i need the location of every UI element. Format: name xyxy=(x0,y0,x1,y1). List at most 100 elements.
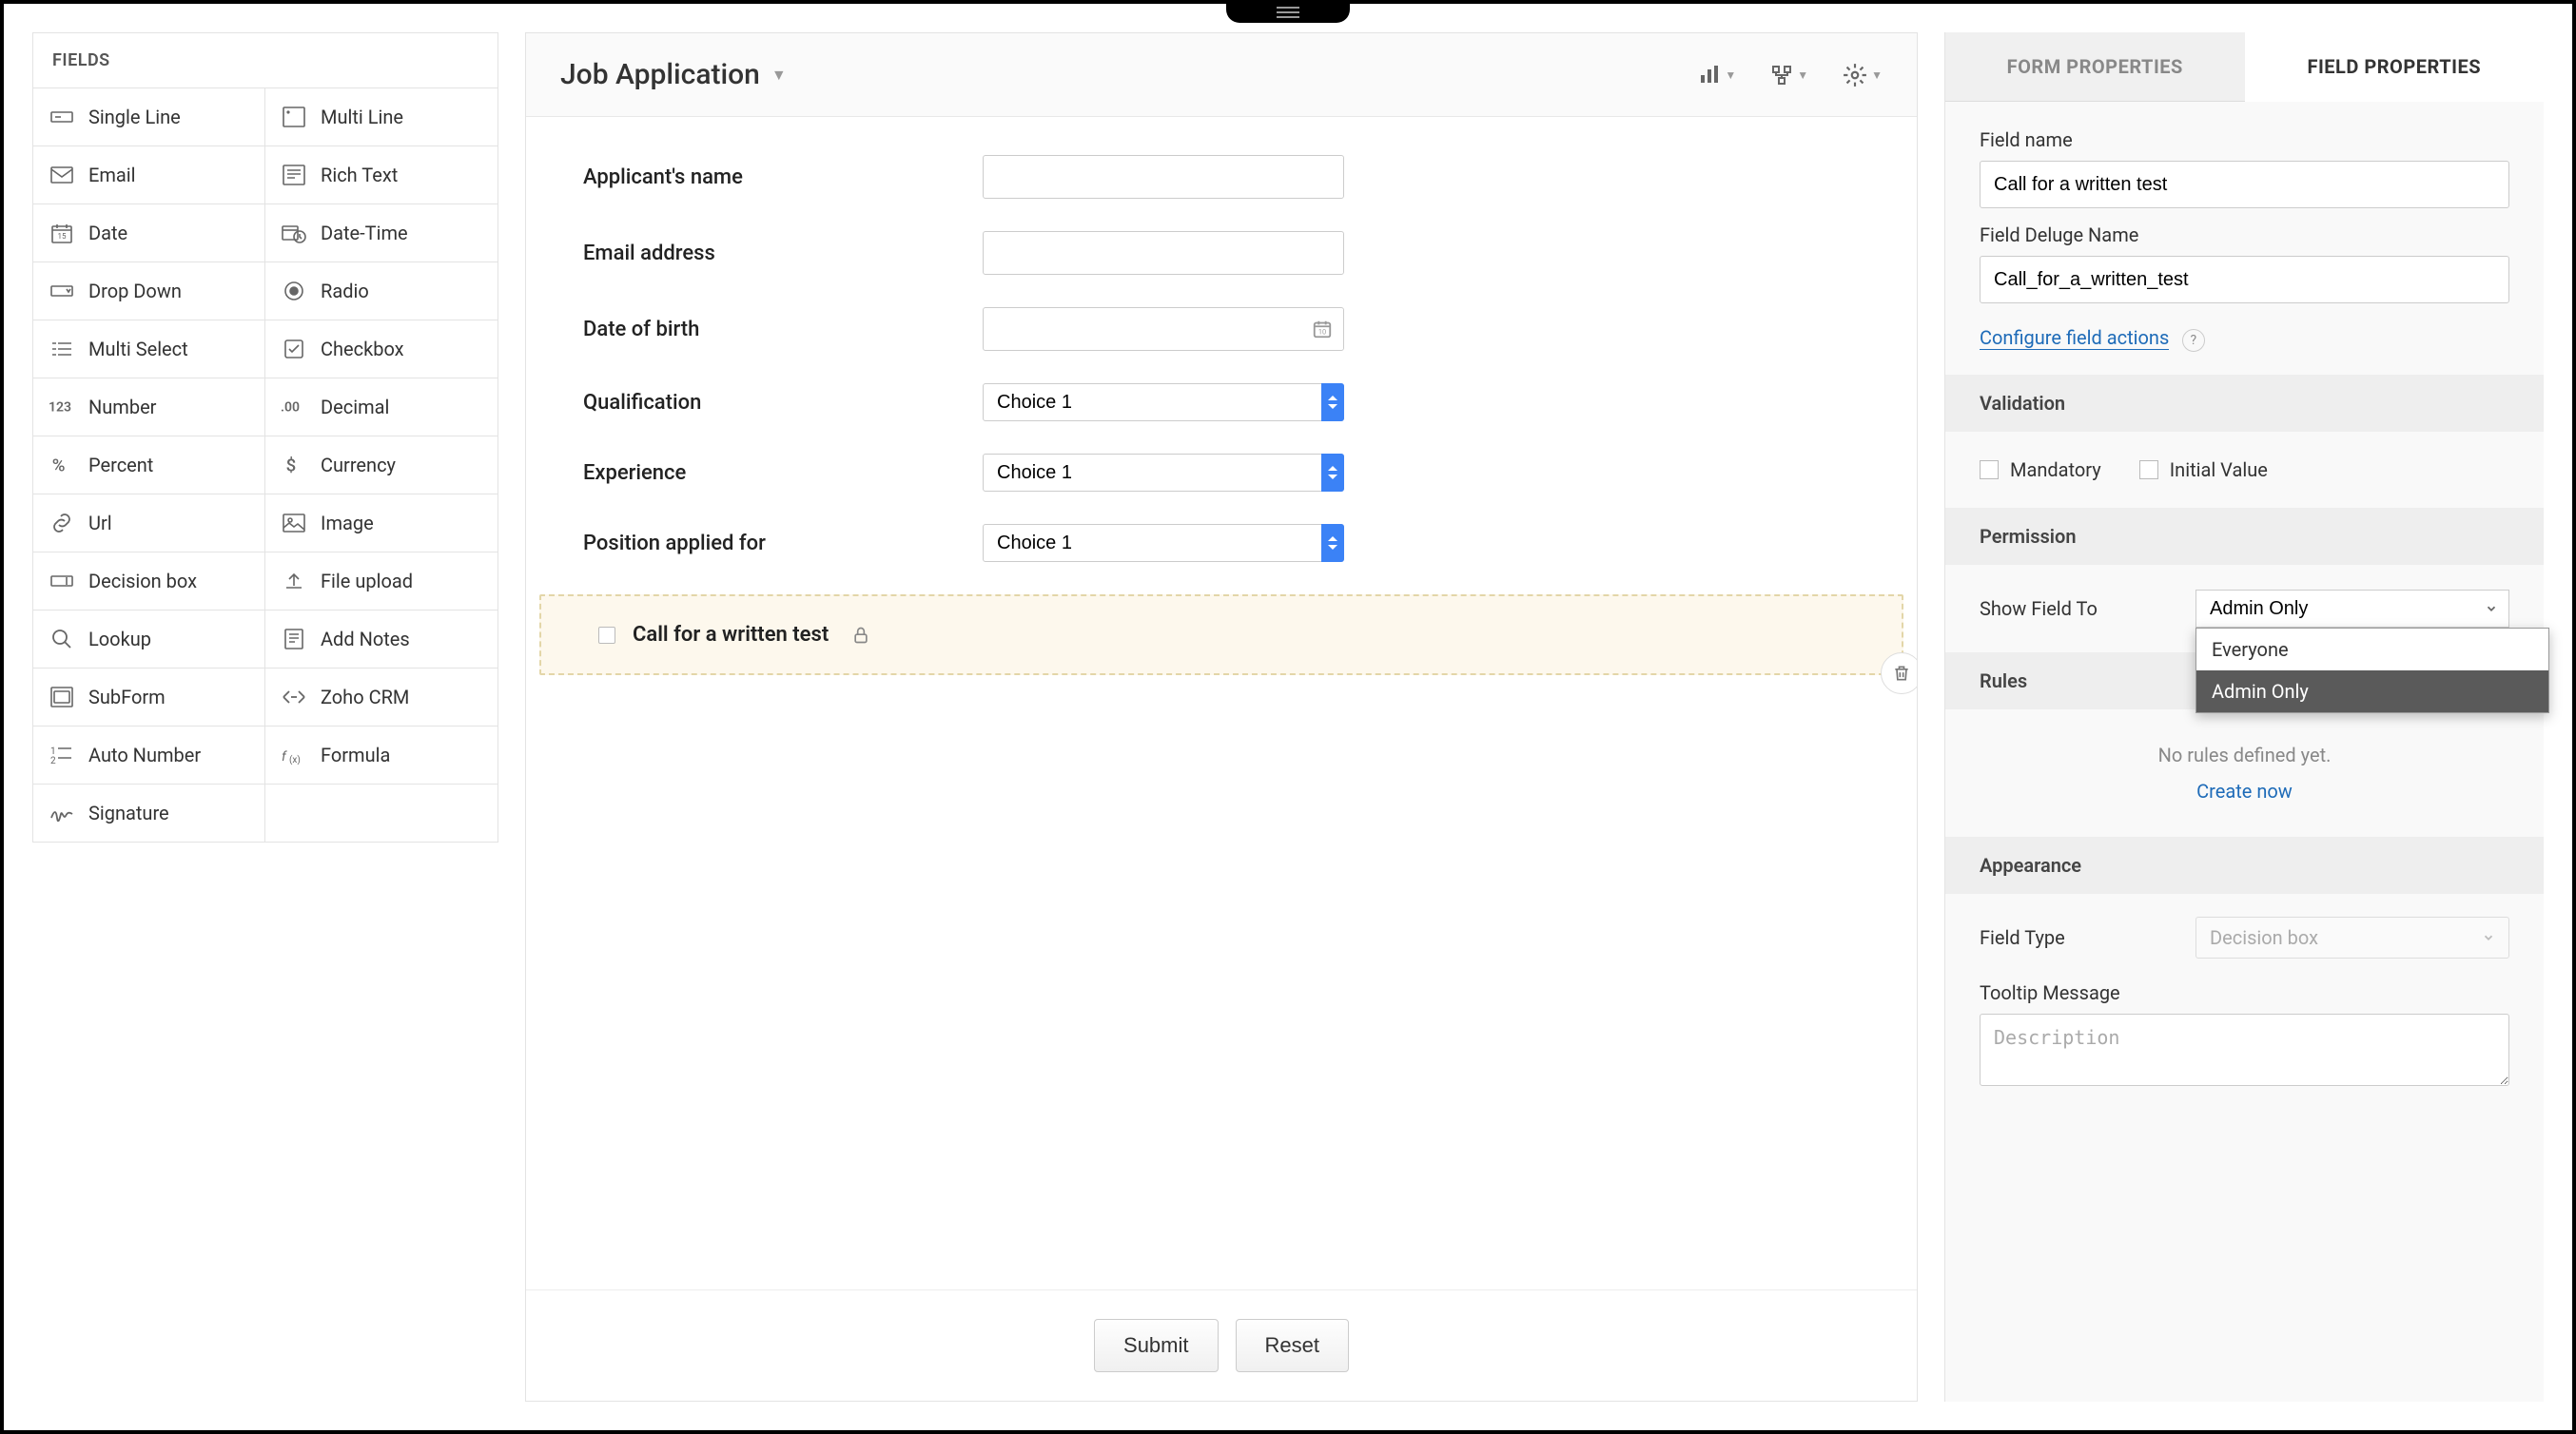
svg-text:$: $ xyxy=(286,455,297,475)
field-type-label: Auto Number xyxy=(88,744,201,766)
help-icon[interactable]: ? xyxy=(2182,329,2205,352)
calendar-icon[interactable]: 10 xyxy=(1312,319,1333,339)
reports-icon-button[interactable]: ▼ xyxy=(1698,63,1736,87)
caret-down-icon: ▼ xyxy=(1725,68,1736,82)
field-type-file-upload[interactable]: File upload xyxy=(265,552,498,610)
field-type-label: Rich Text xyxy=(321,164,398,186)
field-label-qualification: Qualification xyxy=(583,391,983,415)
section-appearance: Appearance xyxy=(1945,837,2544,894)
field-type-radio[interactable]: Radio xyxy=(265,262,498,320)
selected-field-row[interactable]: Call for a written test xyxy=(539,594,1903,675)
top-notch xyxy=(1226,2,1350,23)
field-type-decision[interactable]: Decision box xyxy=(33,552,265,610)
form-header: Job Application ▼ ▼ ▼ ▼ xyxy=(526,33,1917,117)
field-type-decimal[interactable]: .00 Decimal xyxy=(265,378,498,436)
field-type-rich-text[interactable]: Rich Text xyxy=(265,146,498,204)
dropdown-option-everyone[interactable]: Everyone xyxy=(2196,629,2548,670)
tab-form-properties[interactable]: FORM PROPERTIES xyxy=(1945,32,2245,102)
field-type-currency[interactable]: $Currency xyxy=(265,436,498,494)
initial-value-label: Initial Value xyxy=(2170,458,2268,481)
field-type-label: Decimal xyxy=(321,396,389,418)
mandatory-checkbox[interactable] xyxy=(1980,460,1999,479)
submit-button[interactable]: Submit xyxy=(1094,1319,1218,1372)
properties-panel: FORM PROPERTIES FIELD PROPERTIES Field n… xyxy=(1944,32,2544,1402)
dropdown-option-admin-only[interactable]: Admin Only xyxy=(2196,670,2548,712)
email-input[interactable] xyxy=(983,231,1344,275)
create-rule-link[interactable]: Create now xyxy=(1980,780,2509,803)
field-type-label: Multi Line xyxy=(321,106,403,128)
field-type-label: Radio xyxy=(321,280,369,302)
field-type-label: Url xyxy=(88,512,112,534)
form-canvas: Job Application ▼ ▼ ▼ ▼ xyxy=(525,32,1918,1402)
rich-text-icon xyxy=(281,165,307,185)
svg-text:10: 10 xyxy=(1318,328,1326,337)
subform-icon xyxy=(49,687,75,707)
caret-down-icon: ▼ xyxy=(1797,68,1808,82)
field-type-notes[interactable]: Add Notes xyxy=(265,610,498,669)
select-arrow-icon xyxy=(1321,524,1344,562)
settings-icon-button[interactable]: ▼ xyxy=(1843,63,1883,87)
form-title[interactable]: Job Application ▼ xyxy=(560,58,787,91)
configure-field-actions-link[interactable]: Configure field actions xyxy=(1980,326,2169,350)
field-type-url[interactable]: Url xyxy=(33,494,265,552)
field-label-experience: Experience xyxy=(583,461,983,485)
field-type-percent[interactable]: % Percent xyxy=(33,436,265,494)
select-arrow-icon xyxy=(1321,454,1344,492)
field-type-lookup[interactable]: Lookup xyxy=(33,610,265,669)
delete-field-button[interactable] xyxy=(1881,652,1917,694)
number-icon: 123 xyxy=(49,397,75,417)
radio-icon xyxy=(281,281,307,301)
field-type-subform[interactable]: SubForm xyxy=(33,669,265,727)
decision-icon xyxy=(49,571,75,591)
section-validation: Validation xyxy=(1945,375,2544,432)
field-type-signature[interactable]: Signature xyxy=(33,785,265,842)
qualification-select[interactable] xyxy=(983,383,1344,421)
field-type-multi-select[interactable]: Multi Select xyxy=(33,320,265,378)
file-upload-icon xyxy=(281,571,307,591)
mandatory-label: Mandatory xyxy=(2010,458,2101,481)
field-type-single-line[interactable]: Single Line xyxy=(33,88,265,146)
field-type-label: Add Notes xyxy=(321,628,410,650)
position-select[interactable] xyxy=(983,524,1344,562)
workflow-icon-button[interactable]: ▼ xyxy=(1770,63,1808,87)
field-type-checkbox[interactable]: Checkbox xyxy=(265,320,498,378)
field-type-formula[interactable]: f(x)Formula xyxy=(265,727,498,785)
field-type-value: Decision box xyxy=(2210,926,2318,949)
show-field-to-select[interactable] xyxy=(2195,590,2509,628)
initial-value-checkbox[interactable] xyxy=(2139,460,2158,479)
svg-text:.00: .00 xyxy=(281,400,300,416)
caret-down-icon: ▼ xyxy=(1871,68,1883,82)
field-type-crm[interactable]: Zoho CRM xyxy=(265,669,498,727)
checkbox-icon xyxy=(281,339,307,359)
field-type-date[interactable]: 15Date xyxy=(33,204,265,262)
field-type-number[interactable]: 123Number xyxy=(33,378,265,436)
lock-icon xyxy=(851,626,870,645)
tab-field-properties[interactable]: FIELD PROPERTIES xyxy=(2245,32,2545,102)
field-type-auto-number[interactable]: 12Auto Number xyxy=(33,727,265,785)
applicant-name-input[interactable] xyxy=(983,155,1344,199)
select-arrow-icon xyxy=(1321,383,1344,421)
field-type-label: Email xyxy=(88,164,136,186)
field-type-label: Percent xyxy=(88,454,153,476)
field-type-label: Signature xyxy=(88,802,169,824)
field-type-date-time[interactable]: Date-Time xyxy=(265,204,498,262)
field-label-applicant-name: Applicant's name xyxy=(583,165,983,189)
experience-select[interactable] xyxy=(983,454,1344,492)
field-type-mail[interactable]: Email xyxy=(33,146,265,204)
field-name-input[interactable] xyxy=(1980,161,2509,208)
notes-icon xyxy=(281,629,307,649)
field-type-image[interactable]: Image xyxy=(265,494,498,552)
field-type-label: Single Line xyxy=(88,106,181,128)
svg-text:123: 123 xyxy=(49,400,71,416)
crm-icon xyxy=(281,687,307,707)
field-type-label: Zoho CRM xyxy=(321,686,409,708)
field-type-label: Date-Time xyxy=(321,222,408,244)
field-deluge-name-input[interactable] xyxy=(1980,256,2509,303)
reset-button[interactable]: Reset xyxy=(1236,1319,1349,1372)
percent-icon: % xyxy=(49,455,75,475)
dob-input[interactable] xyxy=(983,307,1344,351)
decision-checkbox[interactable] xyxy=(598,627,615,644)
field-type-multi-line[interactable]: Multi Line xyxy=(265,88,498,146)
tooltip-message-input[interactable] xyxy=(1980,1014,2509,1086)
field-type-dropdown[interactable]: Drop Down xyxy=(33,262,265,320)
